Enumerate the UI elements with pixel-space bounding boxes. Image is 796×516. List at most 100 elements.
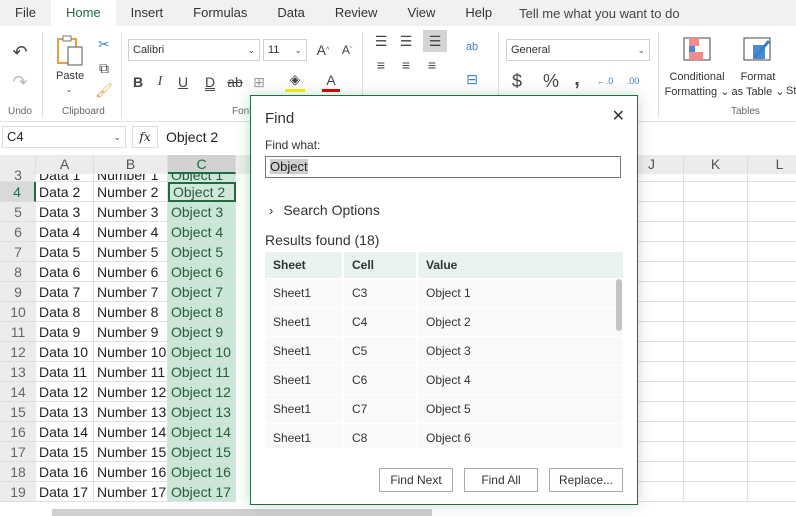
- row-header[interactable]: 16: [0, 422, 36, 442]
- empty-cell[interactable]: [748, 242, 796, 262]
- cell-b[interactable]: Number 1: [94, 174, 168, 182]
- cell-b[interactable]: Number 8: [94, 302, 168, 322]
- redo-icon[interactable]: ↷: [8, 70, 32, 94]
- cell-b[interactable]: Number 5: [94, 242, 168, 262]
- cell-styles-label[interactable]: St: [786, 85, 796, 97]
- replace-button[interactable]: Replace...: [549, 468, 623, 492]
- result-row[interactable]: Sheet1 C3 Object 1: [265, 279, 623, 308]
- empty-cell[interactable]: [684, 402, 748, 422]
- tab-help[interactable]: Help: [450, 0, 507, 26]
- empty-cell[interactable]: [684, 182, 748, 202]
- cell-a[interactable]: Data 16: [36, 462, 94, 482]
- font-color-icon[interactable]: A: [322, 70, 340, 92]
- insert-function-button[interactable]: fx: [132, 126, 158, 148]
- empty-cell[interactable]: [748, 174, 796, 182]
- copy-icon[interactable]: ⧉: [94, 58, 114, 78]
- cell-a[interactable]: Data 11: [36, 362, 94, 382]
- fill-color-icon[interactable]: ◈: [285, 70, 305, 92]
- column-header-a[interactable]: A: [36, 155, 94, 174]
- cell-c[interactable]: Object 14: [168, 422, 236, 442]
- align-middle-icon[interactable]: ☰: [397, 32, 415, 50]
- cell-a[interactable]: Data 15: [36, 442, 94, 462]
- cell-a[interactable]: Data 7: [36, 282, 94, 302]
- cut-icon[interactable]: ✂: [94, 34, 114, 54]
- paste-icon[interactable]: [55, 34, 85, 68]
- empty-cell[interactable]: [684, 462, 748, 482]
- row-header[interactable]: 19: [0, 482, 36, 502]
- empty-cell[interactable]: [684, 242, 748, 262]
- cell-b[interactable]: Number 2: [94, 182, 168, 202]
- empty-cell[interactable]: [748, 322, 796, 342]
- empty-cell[interactable]: [748, 222, 796, 242]
- empty-cell[interactable]: [684, 302, 748, 322]
- tab-data[interactable]: Data: [262, 0, 319, 26]
- cell-a[interactable]: Data 5: [36, 242, 94, 262]
- result-row[interactable]: Sheet1 C4 Object 2: [265, 308, 623, 337]
- conditional-formatting-label[interactable]: Conditional Formatting ⌄: [664, 70, 730, 100]
- cell-a[interactable]: Data 9: [36, 322, 94, 342]
- font-size-select[interactable]: 11 ⌄: [263, 39, 307, 61]
- cell-b[interactable]: Number 12: [94, 382, 168, 402]
- format-painter-icon[interactable]: 🖌: [94, 80, 114, 100]
- empty-cell[interactable]: [684, 422, 748, 442]
- cell-c[interactable]: Object 3: [168, 202, 236, 222]
- row-header[interactable]: 12: [0, 342, 36, 362]
- tab-insert[interactable]: Insert: [116, 0, 179, 26]
- cell-c[interactable]: Object 6: [168, 262, 236, 282]
- empty-cell[interactable]: [684, 382, 748, 402]
- wrap-text-icon[interactable]: ab: [462, 36, 482, 58]
- result-row[interactable]: Sheet1 C7 Object 5: [265, 395, 623, 424]
- row-header[interactable]: 6: [0, 222, 36, 242]
- find-next-button[interactable]: Find Next: [379, 468, 453, 492]
- close-icon[interactable]: ✕: [612, 106, 625, 126]
- paste-button-label[interactable]: Paste: [56, 70, 84, 82]
- column-header-b[interactable]: B: [94, 155, 168, 174]
- strikethrough-icon[interactable]: ab: [226, 72, 244, 92]
- column-header-l[interactable]: L: [748, 155, 796, 174]
- cell-c[interactable]: Object 8: [168, 302, 236, 322]
- row-header[interactable]: 4: [0, 182, 36, 202]
- tab-file[interactable]: File: [0, 0, 51, 26]
- decrease-font-icon[interactable]: Aˇ: [337, 40, 357, 60]
- cell-a[interactable]: Data 12: [36, 382, 94, 402]
- cell-c[interactable]: Object 17: [168, 482, 236, 502]
- cell-b[interactable]: Number 6: [94, 262, 168, 282]
- cell-a[interactable]: Data 1: [36, 174, 94, 182]
- percent-icon[interactable]: %: [540, 70, 562, 92]
- empty-cell[interactable]: [684, 482, 748, 502]
- row-header[interactable]: 18: [0, 462, 36, 482]
- result-row[interactable]: Sheet1 C6 Object 4: [265, 366, 623, 395]
- result-row[interactable]: Sheet1 C5 Object 3: [265, 337, 623, 366]
- cell-a[interactable]: Data 4: [36, 222, 94, 242]
- cell-a[interactable]: Data 14: [36, 422, 94, 442]
- align-left-icon[interactable]: ≡: [372, 56, 390, 74]
- row-header[interactable]: 10: [0, 302, 36, 322]
- row-header[interactable]: 3: [0, 168, 36, 182]
- increase-font-icon[interactable]: A ^: [313, 40, 333, 60]
- cell-a[interactable]: Data 2: [36, 182, 94, 202]
- empty-cell[interactable]: [748, 402, 796, 422]
- cell-c[interactable]: Object 13: [168, 402, 236, 422]
- cell-b[interactable]: Number 4: [94, 222, 168, 242]
- cell-c[interactable]: Object 10: [168, 342, 236, 362]
- underline-icon[interactable]: U: [175, 72, 191, 92]
- cell-c[interactable]: Object 12: [168, 382, 236, 402]
- align-bottom-icon[interactable]: ☰: [423, 30, 447, 52]
- empty-cell[interactable]: [748, 202, 796, 222]
- row-header[interactable]: 7: [0, 242, 36, 262]
- cell-b[interactable]: Number 3: [94, 202, 168, 222]
- row-header[interactable]: 11: [0, 322, 36, 342]
- cell-c[interactable]: Object 1: [168, 174, 236, 182]
- conditional-formatting-icon[interactable]: [682, 36, 712, 62]
- empty-cell[interactable]: [748, 182, 796, 202]
- results-scrollbar[interactable]: [616, 279, 622, 331]
- empty-cell[interactable]: [684, 442, 748, 462]
- cell-b[interactable]: Number 7: [94, 282, 168, 302]
- row-header[interactable]: 13: [0, 362, 36, 382]
- chevron-down-icon[interactable]: ⌄: [62, 84, 76, 94]
- cell-b[interactable]: Number 17: [94, 482, 168, 502]
- tab-view[interactable]: View: [392, 0, 450, 26]
- italic-icon[interactable]: I: [152, 72, 168, 92]
- row-header[interactable]: 9: [0, 282, 36, 302]
- row-header[interactable]: 17: [0, 442, 36, 462]
